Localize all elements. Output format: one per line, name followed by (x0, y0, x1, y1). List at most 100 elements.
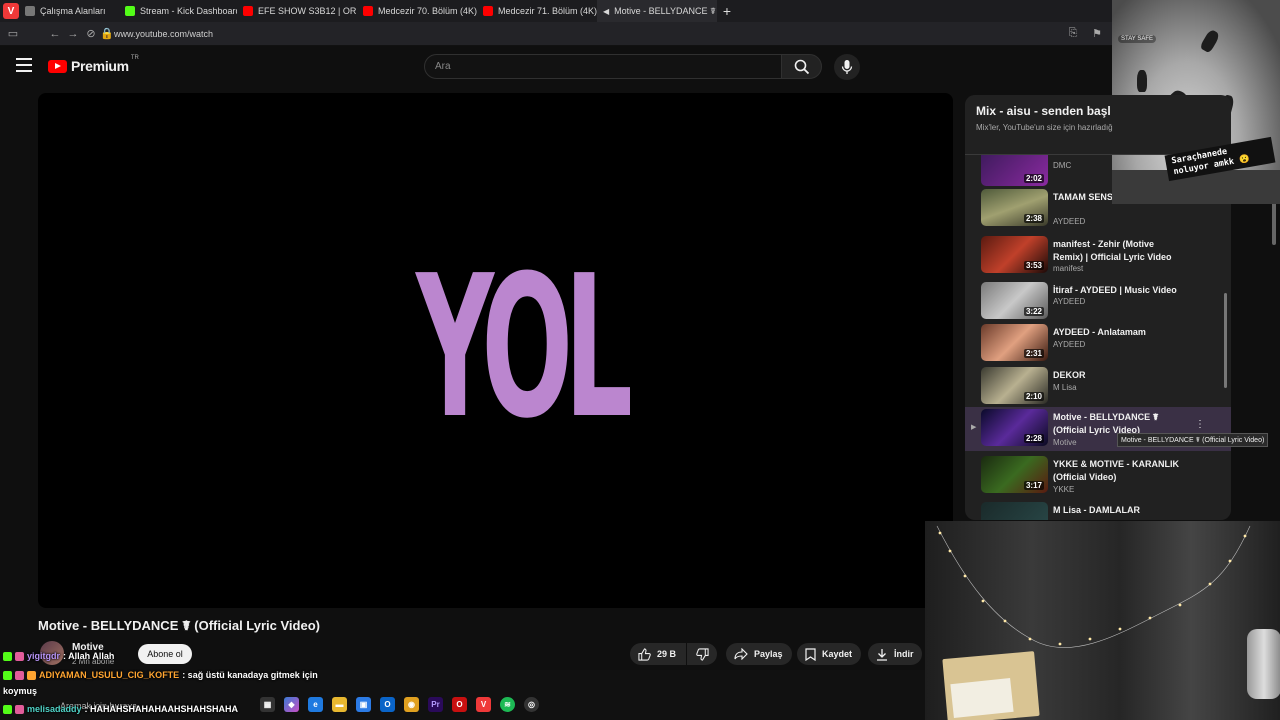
search-input[interactable] (425, 55, 781, 78)
tab-label: EFE SHOW S3B12 | ORKUN (258, 6, 357, 16)
taskbar: ▦ ◆ e ▬ ▣ O ◉ Pr O V ≋ ◎ (260, 697, 539, 717)
copilot-icon[interactable]: ◆ (284, 697, 299, 712)
youtube-icon (483, 6, 493, 16)
dislike-button[interactable] (687, 643, 717, 665)
item-title: İtiraf - AYDEED | Music Video (1053, 285, 1177, 295)
opera-icon[interactable]: O (452, 697, 467, 712)
page-scrollbar[interactable] (1272, 200, 1276, 245)
tracker-blocker-icon[interactable]: ⊘ (82, 27, 100, 40)
download-button[interactable]: İndir (868, 643, 922, 665)
stay-safe-label: STAY SAFE (1118, 35, 1157, 43)
item-title: AYDEED - Anlatamam (1053, 327, 1146, 337)
youtube-header: Premium TR (0, 46, 1112, 88)
save-button[interactable]: Kaydet (797, 643, 861, 665)
tab-label: Stream - Kick Dashboard (140, 6, 237, 16)
item-channel: Motive (1053, 438, 1077, 447)
playlist-item[interactable]: 2:31 AYDEED - Anlatamam AYDEED (965, 322, 1231, 366)
video-duration: 3:22 (1023, 307, 1044, 316)
tab-label: Medcezir 70. Bölüm (4K) - Y (378, 6, 477, 16)
video-duration: 3:53 (1023, 261, 1044, 270)
playlist-scrollbar[interactable] (1224, 293, 1227, 388)
search-box (424, 54, 782, 79)
item-title: M Lisa - DAMLALAR (1053, 505, 1140, 515)
speaker-icon: ◀ (603, 6, 610, 16)
tab-medcezir-70[interactable]: Medcezir 70. Bölüm (4K) - Y (357, 0, 477, 22)
download-icon (877, 648, 887, 661)
url-field[interactable]: www.youtube.com/watch (114, 29, 213, 39)
tab-motive-bellydance[interactable]: ◀ Motive - BELLYDANCE ☤ (O (597, 0, 717, 22)
thumbs-up-icon (638, 647, 651, 661)
chrome-icon[interactable]: ◉ (404, 697, 419, 712)
share-button[interactable]: Paylaş (726, 643, 792, 665)
lock-icon: 🔒 (100, 28, 114, 40)
premiere-icon[interactable]: Pr (428, 697, 443, 712)
video-duration: 2:28 (1023, 434, 1044, 443)
item-title: DEKOR (1053, 370, 1086, 380)
chat-username: melisadaddy (27, 704, 82, 714)
playlist-item[interactable]: 3:22 İtiraf - AYDEED | Music Video AYDEE… (965, 280, 1231, 324)
file-explorer-icon[interactable]: ▬ (332, 697, 347, 712)
vivaldi-icon[interactable]: V (476, 697, 491, 712)
video-title-tooltip: Motive - BELLYDANCE ☤ (Official Lyric Vi… (1117, 433, 1269, 447)
video-thumbnail: 2:10 (981, 367, 1048, 404)
hamburger-menu-icon[interactable] (16, 58, 32, 72)
tab-efe-show[interactable]: EFE SHOW S3B12 | ORKUN (237, 0, 357, 22)
playlist-item[interactable]: 2:10 DEKOR M Lisa (965, 365, 1231, 409)
subscribe-button[interactable]: Abone ol (138, 644, 192, 664)
edge-icon[interactable]: e (308, 697, 323, 712)
playlist-title[interactable]: Mix - aisu - senden başl (976, 104, 1111, 118)
bookmark-icon[interactable]: ⚑ (1088, 27, 1106, 40)
search-icon (794, 59, 809, 74)
youtube-premium-logo[interactable]: Premium TR (48, 55, 139, 74)
region-code: TR (130, 55, 139, 61)
paper-note (950, 677, 1014, 719)
tab-label: Motive - BELLYDANCE ☤ (O (614, 5, 717, 16)
video-thumbnail: 2:38 (981, 189, 1048, 226)
youtube-icon (243, 6, 253, 16)
translate-icon[interactable]: ⎘ (1064, 27, 1082, 40)
bookmark-icon (805, 647, 816, 661)
video-title: Motive - BELLYDANCE ☤ (Official Lyric Vi… (38, 618, 320, 633)
item-channel: AYDEED (1053, 340, 1086, 349)
tab-kick-dashboard[interactable]: Stream - Kick Dashboard (119, 0, 237, 22)
video-thumbnail: 2:31 (981, 324, 1048, 361)
like-button[interactable]: 29 B (630, 643, 686, 665)
more-options-icon[interactable]: ⋮ (1195, 419, 1205, 430)
item-title: YKKE & MOTIVE - KARANLIK (Official Video… (1053, 459, 1179, 482)
playlist-item[interactable]: M Lisa - DAMLALAR (965, 500, 1231, 520)
video-thumbnail (981, 502, 1048, 520)
item-channel: M Lisa (1053, 383, 1077, 392)
tab-workspaces[interactable]: Çalışma Alanları (19, 0, 119, 22)
search-button[interactable] (781, 54, 822, 79)
chat-message: yigitgdr : Allah Allah (3, 651, 114, 661)
outlook-icon[interactable]: O (380, 697, 395, 712)
store-icon[interactable]: ▣ (356, 697, 371, 712)
forward-icon[interactable]: → (64, 28, 82, 40)
playlist-subtitle: Mix'ler, YouTube'un size için hazırladığ (976, 123, 1113, 132)
panel-toggle-icon[interactable]: ▭ (4, 27, 22, 40)
spotify-icon[interactable]: ≋ (500, 697, 515, 712)
new-tab-icon[interactable]: + (717, 3, 737, 19)
obs-icon[interactable]: ◎ (524, 697, 539, 712)
subscriber-badge-icon (15, 704, 24, 714)
video-duration: 2:31 (1023, 349, 1044, 358)
download-label: İndir (894, 649, 914, 659)
task-view-icon[interactable]: ▦ (260, 697, 275, 712)
item-channel: DMC (1053, 161, 1072, 170)
back-icon[interactable]: ← (46, 28, 64, 40)
address-bar: ▭ ← → ⊘ 🔒 www.youtube.com/watch ⎘ ⚑ (0, 22, 1112, 46)
youtube-play-icon (48, 59, 67, 73)
chat-text-continuation: koymuş (3, 686, 38, 696)
tab-medcezir-71[interactable]: Medcezir 71. Bölüm (4K) - Y (477, 0, 597, 22)
video-frame-lyric: YOL (416, 250, 633, 446)
chat-text: : HAHAHSHAHAHAAHSHAHSHAHA (84, 704, 239, 714)
thumbs-down-icon (695, 647, 709, 661)
video-thumbnail: 3:22 (981, 282, 1048, 319)
voice-search-button[interactable] (834, 54, 860, 80)
playlist-item[interactable]: 3:17 YKKE & MOTIVE - KARANLIK (Official … (965, 454, 1231, 498)
playlist-item[interactable]: 3:53 manifest - Zehir (Motive Remix) | O… (965, 234, 1231, 278)
subscriber-badge-icon (15, 670, 24, 680)
video-thumbnail: 3:17 (981, 456, 1048, 493)
video-duration: 2:10 (1023, 392, 1044, 401)
vivaldi-logo-icon[interactable]: V (3, 3, 19, 19)
